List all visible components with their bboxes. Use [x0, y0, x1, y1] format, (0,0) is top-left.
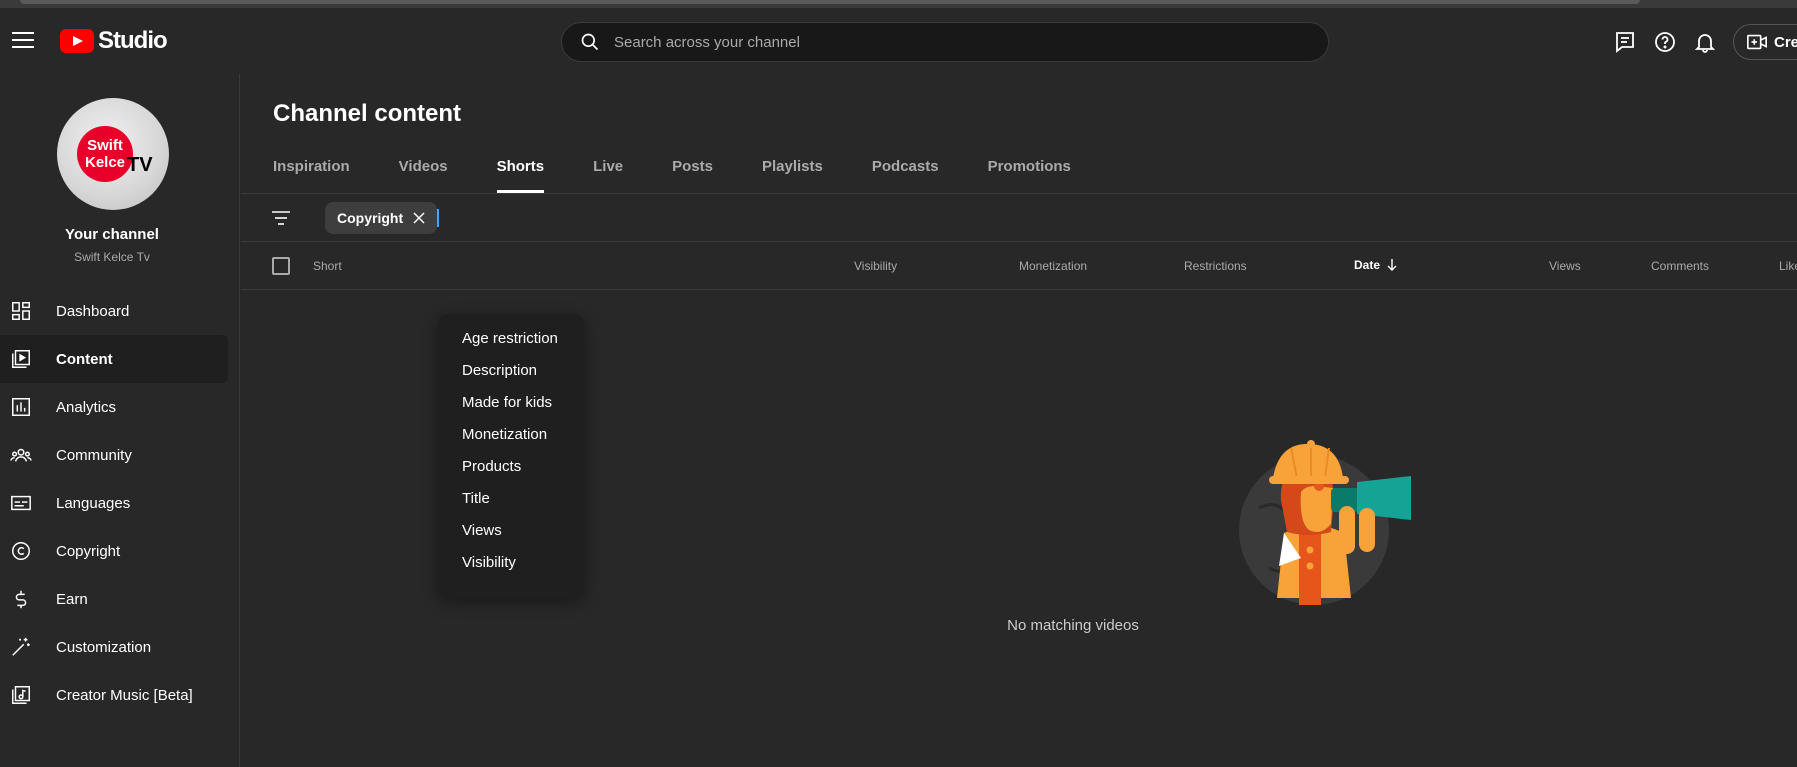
menu-item-monetization[interactable]: Monetization	[438, 418, 584, 450]
content-tabs: Inspiration Videos Shorts Live Posts Pla…	[273, 151, 1120, 193]
filter-text-caret[interactable]	[437, 209, 439, 227]
menu-item-products[interactable]: Products	[438, 450, 584, 482]
dollar-icon	[15, 590, 27, 609]
tab-shorts[interactable]: Shorts	[496, 151, 544, 193]
filter-bar: Copyright	[241, 194, 1797, 242]
menu-item-age-restriction[interactable]: Age restriction	[438, 322, 584, 354]
sidebar-item-dashboard[interactable]: Dashboard	[0, 287, 240, 335]
tab-posts[interactable]: Posts	[672, 151, 713, 193]
close-icon[interactable]	[413, 212, 425, 224]
sidebar-item-label: Community	[56, 446, 132, 464]
top-header: Studio Create	[0, 8, 1797, 74]
column-views[interactable]: Views	[1549, 259, 1581, 273]
tab-inspiration[interactable]: Inspiration	[273, 151, 350, 193]
create-video-icon	[1747, 34, 1767, 50]
menu-item-views[interactable]: Views	[438, 514, 584, 546]
column-restrictions[interactable]: Restrictions	[1184, 259, 1247, 273]
sidebar-item-community[interactable]: Community	[0, 431, 240, 479]
sidebar-item-creator-music[interactable]: Creator Music [Beta]	[0, 671, 240, 719]
avatar-badge: Swift Kelce	[77, 126, 133, 182]
logo-text: Studio	[98, 27, 168, 54]
tab-videos[interactable]: Videos	[399, 151, 448, 193]
window-scroll-bar[interactable]	[20, 0, 1640, 4]
search-icon[interactable]	[580, 32, 600, 52]
sidebar-item-label: Creator Music [Beta]	[56, 686, 193, 704]
channel-name: Swift Kelce Tv	[74, 250, 150, 264]
filter-menu: Age restriction Description Made for kid…	[438, 314, 584, 598]
sidebar-item-content[interactable]: Content	[0, 335, 228, 383]
search-bar[interactable]	[561, 22, 1329, 62]
menu-item-description[interactable]: Description	[438, 354, 584, 386]
select-all-checkbox[interactable]	[272, 257, 290, 275]
filter-chip-label: Copyright	[337, 210, 404, 226]
table-header: Short Visibility Monetization Restrictio…	[241, 242, 1797, 290]
column-monetization[interactable]: Monetization	[1019, 259, 1087, 273]
sidebar-item-copyright[interactable]: Copyright	[0, 527, 240, 575]
create-button[interactable]: Create	[1733, 24, 1797, 60]
menu-item-made-for-kids[interactable]: Made for kids	[438, 386, 584, 418]
column-comments[interactable]: Comments	[1651, 259, 1709, 273]
sidebar-item-label: Earn	[56, 590, 88, 608]
sidebar: Swift Kelce TV Your channel Swift Kelce T…	[0, 74, 240, 767]
feedback-icon[interactable]	[1613, 30, 1637, 54]
magic-wand-icon	[12, 637, 30, 656]
filter-icon[interactable]	[271, 209, 291, 227]
empty-state-text: No matching videos	[1007, 617, 1139, 634]
tab-podcasts[interactable]: Podcasts	[872, 151, 939, 193]
sidebar-item-label: Languages	[56, 494, 131, 512]
subtitles-icon	[11, 495, 31, 511]
youtube-play-icon	[60, 29, 94, 53]
sidebar-item-label: Content	[56, 350, 113, 368]
analytics-icon	[12, 398, 30, 416]
main-content: Channel content Inspiration Videos Short…	[241, 74, 1797, 767]
menu-icon[interactable]	[12, 32, 34, 50]
channel-label: Your channel	[65, 226, 159, 243]
sidebar-item-languages[interactable]: Languages	[0, 479, 240, 527]
search-input[interactable]	[614, 33, 1264, 51]
sidebar-item-customization[interactable]: Customization	[0, 623, 240, 671]
tab-playlists[interactable]: Playlists	[762, 151, 823, 193]
column-date-label: Date	[1354, 258, 1381, 272]
sidebar-nav: Dashboard Content Analytics Community La…	[0, 287, 240, 719]
tab-live[interactable]: Live	[593, 151, 623, 193]
notifications-icon[interactable]	[1693, 30, 1717, 54]
studio-logo[interactable]: Studio	[60, 27, 168, 55]
music-library-icon	[12, 686, 30, 704]
help-icon[interactable]	[1653, 30, 1677, 54]
no-results-illustration	[1239, 440, 1411, 605]
sidebar-item-label: Dashboard	[56, 302, 130, 320]
sidebar-item-label: Customization	[56, 638, 152, 656]
create-label: Create	[1774, 33, 1797, 51]
dashboard-icon	[12, 302, 30, 320]
column-date[interactable]: Date	[1354, 258, 1398, 272]
sidebar-item-label: Analytics	[56, 398, 117, 416]
content-icon	[12, 350, 30, 368]
sidebar-item-label: Copyright	[56, 542, 121, 560]
sidebar-item-earn[interactable]: Earn	[0, 575, 240, 623]
column-short[interactable]: Short	[313, 259, 342, 273]
window-top-strip	[0, 0, 1797, 8]
page-title: Channel content	[273, 100, 462, 127]
arrow-down-icon	[1387, 259, 1397, 271]
filter-chip[interactable]: Copyright	[325, 202, 438, 234]
avatar[interactable]: Swift Kelce TV	[57, 98, 169, 210]
avatar-tv-text: TV	[127, 154, 153, 176]
column-visibility[interactable]: Visibility	[854, 259, 897, 273]
copyright-icon	[12, 542, 30, 560]
column-likes[interactable]: Likes	[1779, 259, 1797, 273]
menu-item-title[interactable]: Title	[438, 482, 584, 514]
sidebar-item-analytics[interactable]: Analytics	[0, 383, 240, 431]
menu-item-visibility[interactable]: Visibility	[438, 546, 584, 578]
tab-promotions[interactable]: Promotions	[988, 151, 1071, 193]
community-icon	[10, 448, 32, 462]
